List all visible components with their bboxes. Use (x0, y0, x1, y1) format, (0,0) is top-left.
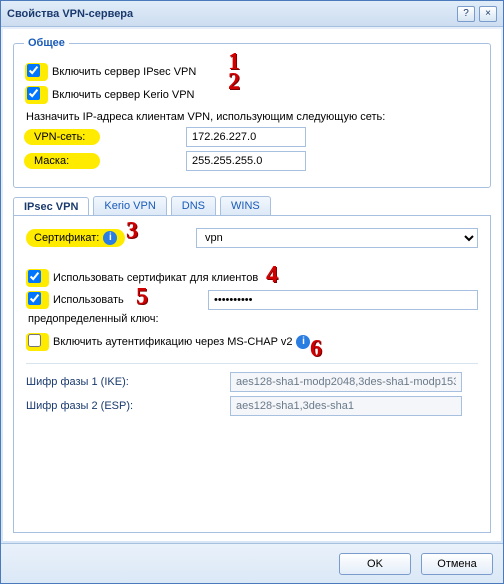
annotation-3: 3 (126, 218, 138, 245)
close-button[interactable]: × (479, 6, 497, 22)
cert-label: Сертификат: (34, 232, 99, 244)
separator (26, 363, 478, 364)
tabpanel-ipsec: Сертификат: i 3 vpn Использовать сертифи… (13, 215, 491, 533)
general-legend: Общее (24, 37, 69, 49)
use-psk-label: Использовать (53, 294, 124, 306)
tab-dns[interactable]: DNS (171, 196, 216, 215)
phase1-label: Шифр фазы 1 (IKE): (26, 376, 230, 388)
annotation-1: 1 (228, 49, 240, 76)
kerio-enable-wrap: Включить сервер Kerio VPN (24, 85, 199, 105)
use-cert-checkbox[interactable] (28, 270, 41, 283)
tab-wins[interactable]: WINS (220, 196, 271, 215)
use-psk-hl (26, 291, 49, 309)
titlebar: Свойства VPN-сервера ? × (1, 1, 503, 27)
network-label: VPN-сеть: (24, 129, 100, 145)
ipsec-enable-checkbox[interactable] (27, 64, 40, 77)
help-button[interactable]: ? (457, 6, 475, 22)
use-cert-label: Использовать сертификат для клиентов (53, 272, 258, 284)
psk-sublabel: предопределенный ключ: (28, 313, 478, 325)
window-title: Свойства VPN-сервера (7, 8, 453, 20)
vpn-server-properties-window: Свойства VPN-сервера ? × Общее Включить … (0, 0, 504, 584)
mschap-hl (26, 333, 49, 351)
phase2-label: Шифр фазы 2 (ESP): (26, 400, 230, 412)
cert-label-wrap: Сертификат: i (26, 229, 125, 247)
phase1-value (230, 372, 462, 392)
network-input[interactable] (186, 127, 306, 147)
ipsec-enable-wrap: Включить сервер IPsec VPN (24, 62, 200, 82)
tab-kerio[interactable]: Kerio VPN (93, 196, 166, 215)
kerio-enable-checkbox[interactable] (27, 87, 40, 100)
annotation-5: 5 (136, 284, 148, 311)
mask-label: Маска: (24, 153, 100, 169)
mask-input[interactable] (186, 151, 306, 171)
cert-select[interactable]: vpn (196, 228, 478, 248)
ok-button[interactable]: OK (339, 553, 411, 575)
kerio-enable-hl (25, 86, 48, 104)
annotation-4: 4 (266, 262, 278, 289)
mschap-label: Включить аутентификацию через MS-CHAP v2 (53, 336, 292, 348)
cancel-button[interactable]: Отмена (421, 553, 493, 575)
ipsec-enable-hl (25, 63, 48, 81)
ipsec-enable-label: Включить сервер IPsec VPN (52, 66, 196, 78)
content-area: Общее Включить сервер IPsec VPN 1 Включи… (3, 29, 501, 541)
assign-ip-label: Назначить IP-адреса клиентам VPN, исполь… (26, 111, 480, 123)
kerio-enable-label: Включить сервер Kerio VPN (52, 89, 195, 101)
info-icon[interactable]: i (103, 231, 117, 245)
annotation-6: 6 (310, 336, 322, 363)
tabs: IPsec VPN Kerio VPN DNS WINS (13, 196, 491, 215)
info-icon-mschap[interactable]: i (296, 335, 310, 349)
dialog-footer: OK Отмена (1, 543, 503, 583)
general-fieldset: Общее Включить сервер IPsec VPN 1 Включи… (13, 37, 491, 188)
use-cert-hl (26, 269, 49, 287)
psk-input[interactable] (208, 290, 478, 310)
phase2-value (230, 396, 462, 416)
use-psk-checkbox[interactable] (28, 292, 41, 305)
tab-ipsec[interactable]: IPsec VPN (13, 197, 89, 216)
mschap-checkbox[interactable] (28, 334, 41, 347)
